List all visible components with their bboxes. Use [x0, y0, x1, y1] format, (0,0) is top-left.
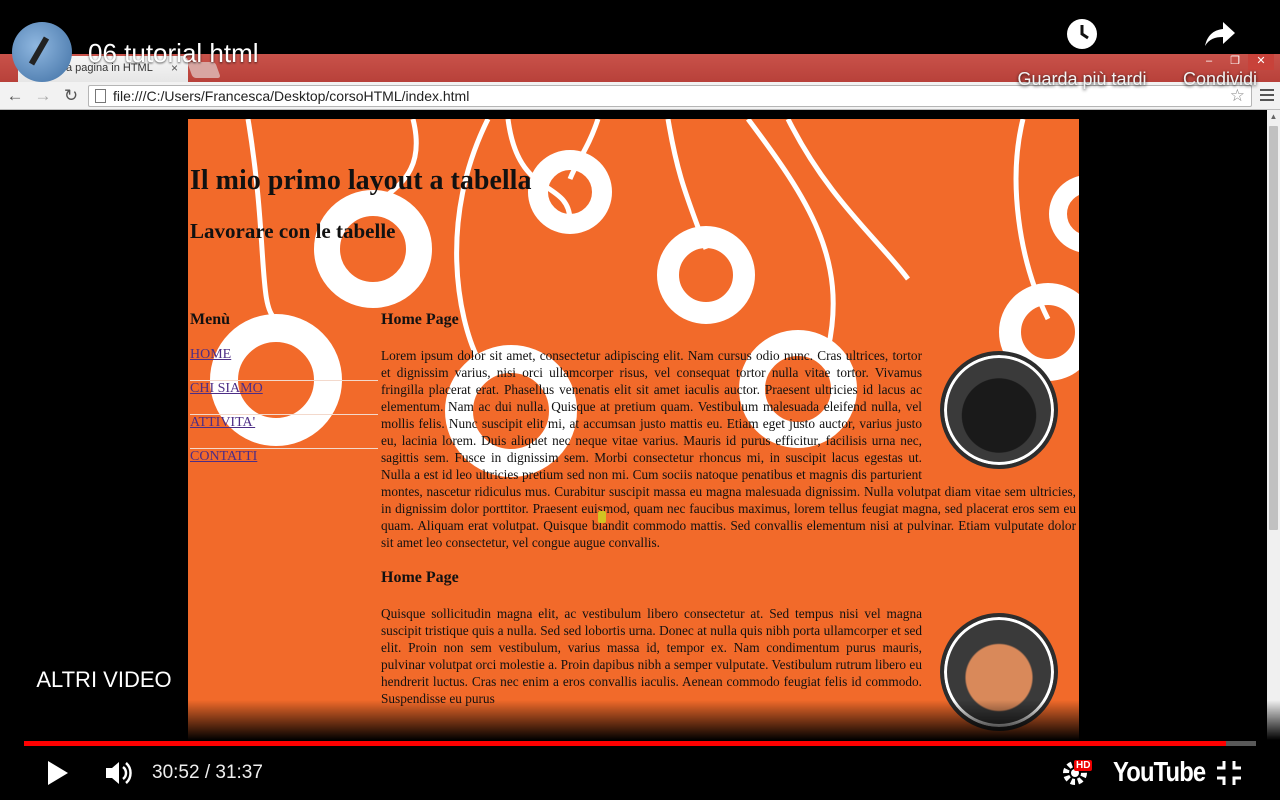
menu-link-contatti[interactable]: CONTATTI — [190, 449, 378, 483]
hd-badge: HD — [1074, 760, 1093, 771]
youtube-logo[interactable]: YouTube — [1113, 756, 1206, 788]
section-title-2: Home Page — [381, 569, 459, 586]
share-button[interactable]: Condividi — [1140, 18, 1280, 90]
share-arrow-icon — [1205, 22, 1235, 46]
forward-arrow-icon[interactable]: → — [32, 85, 54, 107]
time-display: 30:52 / 31:37 — [152, 762, 263, 783]
browser-viewport: Il mio primo layout a tabella Lavorare c… — [0, 110, 1267, 750]
watch-later-button[interactable]: Guarda più tardi — [1002, 18, 1162, 90]
more-videos-button[interactable]: ALTRI VIDEO — [20, 655, 188, 705]
watch-later-label: Guarda più tardi — [1017, 69, 1147, 89]
side-menu: Menù HOME CHI SIAMO ATTIVITA' CONTATTI — [190, 311, 378, 483]
reload-icon[interactable]: ↻ — [60, 85, 82, 107]
menu-link-attivita[interactable]: ATTIVITA' — [190, 415, 378, 449]
back-arrow-icon[interactable]: ← — [4, 85, 26, 107]
main-column: Home Page Lorem ipsum dolor sit amet, co… — [381, 311, 1076, 741]
menu-title: Menù — [190, 311, 230, 328]
menu-link-home[interactable]: HOME — [190, 347, 378, 381]
clock-icon — [1067, 19, 1097, 49]
exit-fullscreen-icon[interactable] — [1216, 760, 1242, 786]
player-controls: 30:52 / 31:37 HD YouTube — [0, 748, 1280, 800]
scroll-thumb[interactable] — [1269, 126, 1278, 530]
web-page: Il mio primo layout a tabella Lavorare c… — [188, 119, 1079, 750]
video-title[interactable]: 06 tutorial html — [88, 38, 259, 69]
volume-icon[interactable] — [104, 758, 134, 788]
page-scrollbar[interactable]: ▲ ▼ — [1267, 110, 1280, 750]
page-subheading: Lavorare con le tabelle — [190, 219, 396, 243]
black-cat-illustration — [940, 351, 1058, 469]
address-url[interactable]: file:///C:/Users/Francesca/Desktop/corso… — [113, 88, 469, 104]
play-icon[interactable] — [46, 760, 70, 786]
share-label: Condividi — [1182, 69, 1258, 89]
page-icon — [95, 89, 106, 103]
page-heading: Il mio primo layout a tabella — [190, 165, 532, 196]
scroll-up-icon[interactable]: ▲ — [1267, 110, 1280, 124]
channel-avatar[interactable] — [12, 22, 72, 82]
progress-played — [24, 741, 1227, 746]
menu-link-chi-siamo[interactable]: CHI SIAMO — [190, 381, 378, 415]
mouse-cursor — [598, 511, 606, 523]
progress-bar[interactable] — [24, 741, 1256, 746]
section-title: Home Page — [381, 311, 459, 328]
